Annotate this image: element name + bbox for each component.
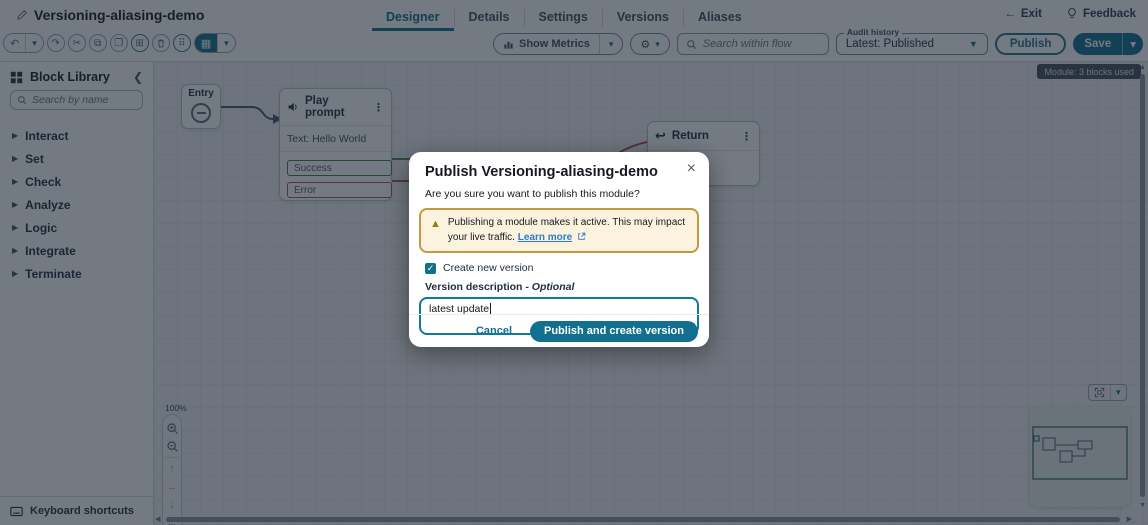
external-link-icon bbox=[574, 233, 586, 244]
version-description-label: Version description - bbox=[425, 281, 529, 293]
create-new-version-label: Create new version bbox=[443, 262, 533, 274]
publish-and-create-version-button[interactable]: Publish and create version bbox=[530, 321, 698, 342]
optional-label: Optional bbox=[532, 281, 575, 293]
warning-icon: ▲︎ bbox=[430, 215, 441, 246]
publish-modal: × Publish Versioning-aliasing-demo Are y… bbox=[409, 152, 709, 347]
modal-question: Are you sure you want to publish this mo… bbox=[409, 188, 709, 200]
text-cursor bbox=[490, 303, 491, 314]
warning-banner: ▲︎ Publishing a module makes it active. … bbox=[419, 208, 699, 253]
create-new-version-checkbox[interactable]: ✓ bbox=[425, 263, 436, 274]
modal-title: Publish Versioning-aliasing-demo bbox=[409, 164, 709, 180]
flow-designer-app: Versioning-aliasing-demo Designer Detail… bbox=[0, 0, 1148, 525]
cancel-button[interactable]: Cancel bbox=[476, 325, 512, 337]
close-icon[interactable]: × bbox=[687, 161, 696, 177]
learn-more-link[interactable]: Learn more bbox=[518, 232, 572, 243]
